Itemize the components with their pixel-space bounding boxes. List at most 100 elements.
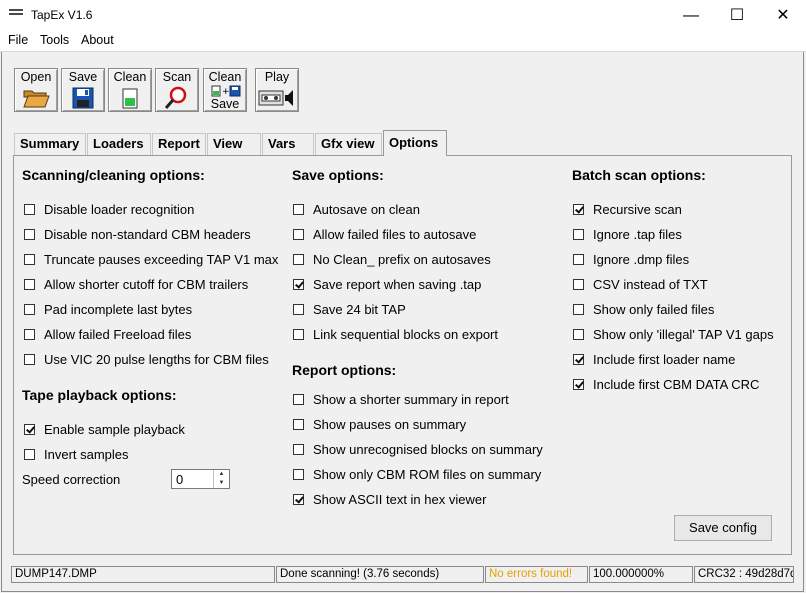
clean-save-button[interactable]: Clean + Save [203,68,247,112]
checkbox-checked-icon[interactable] [573,379,584,390]
tab-vars[interactable]: Vars [262,133,314,155]
checkbox-label[interactable]: Allow failed Freeload files [44,327,191,342]
minimize-button[interactable]: — [668,0,714,31]
checkbox-unchecked-icon[interactable] [293,394,304,405]
checkbox-label[interactable]: CSV instead of TXT [593,277,708,292]
status-message: Done scanning! (3.76 seconds) [276,566,484,583]
speed-correction-stepper[interactable]: 0 ▲ ▼ [171,469,230,489]
checkbox-unchecked-icon[interactable] [24,329,35,340]
checkbox-label[interactable]: Allow failed files to autosave [313,227,476,242]
clean-save-icon: + [211,85,241,97]
save-config-button[interactable]: Save config [674,515,772,541]
checkbox-unchecked-icon[interactable] [24,449,35,460]
checkbox-label[interactable]: Show a shorter summary in report [313,392,509,407]
report-section-title: Report options: [292,362,397,378]
checkbox-unchecked-icon[interactable] [293,229,304,240]
status-errors: No errors found! [485,566,588,583]
checkbox-unchecked-icon[interactable] [293,254,304,265]
window-title: TapEx V1.6 [31,8,93,22]
title-bar: TapEx V1.6 — ☐ ✕ [0,0,806,31]
tab-report[interactable]: Report [152,133,206,155]
tab-summary[interactable]: Summary [14,133,86,155]
checkbox-unchecked-icon[interactable] [573,304,584,315]
checkbox-label[interactable]: Pad incomplete last bytes [44,302,192,317]
open-label: Open [20,70,52,84]
checkbox-unchecked-icon[interactable] [24,304,35,315]
speed-correction-value[interactable]: 0 [176,472,183,487]
checkbox-label[interactable]: Show unrecognised blocks on summary [313,442,543,457]
checkbox-checked-icon[interactable] [24,424,35,435]
checkbox-unchecked-icon[interactable] [24,279,35,290]
stepper-up-icon[interactable]: ▲ [214,470,229,479]
status-percent: 100.000000% [589,566,693,583]
checkbox-label[interactable]: Include first loader name [593,352,735,367]
magnifier-icon [164,86,187,109]
checkbox-label[interactable]: Invert samples [44,447,129,462]
speed-correction-label: Speed correction [22,472,121,487]
close-button[interactable]: ✕ [760,0,806,31]
maximize-button[interactable]: ☐ [714,0,760,31]
clean-button[interactable]: Clean [108,68,152,112]
checkbox-unchecked-icon[interactable] [573,329,584,340]
scan-button[interactable]: Scan [155,68,199,112]
checkbox-label[interactable]: Allow shorter cutoff for CBM trailers [44,277,248,292]
checkbox-label[interactable]: Use VIC 20 pulse lengths for CBM files [44,352,269,367]
checkbox-unchecked-icon[interactable] [24,229,35,240]
checkbox-label[interactable]: Show only CBM ROM files on summary [313,467,541,482]
checkbox-checked-icon[interactable] [573,204,584,215]
checkbox-unchecked-icon[interactable] [24,204,35,215]
stepper-arrows[interactable]: ▲ ▼ [213,470,229,488]
menu-tools[interactable]: Tools [40,33,69,47]
save-section-title: Save options: [292,167,384,183]
open-button[interactable]: Open [14,68,58,112]
stepper-down-icon[interactable]: ▼ [214,479,229,488]
checkbox-label[interactable]: Save 24 bit TAP [313,302,406,317]
checkbox-label[interactable]: No Clean_ prefix on autosaves [313,252,491,267]
svg-text:+: + [222,87,230,97]
checkbox-label[interactable]: Show only 'illegal' TAP V1 gaps [593,327,774,342]
checkbox-label[interactable]: Show only failed files [593,302,714,317]
checkbox-label[interactable]: Save report when saving .tap [313,277,481,292]
checkbox-unchecked-icon[interactable] [293,329,304,340]
checkbox-unchecked-icon[interactable] [293,204,304,215]
checkbox-label[interactable]: Truncate pauses exceeding TAP V1 max [44,252,278,267]
tab-options[interactable]: Options [383,130,447,156]
status-file: DUMP147.DMP [11,566,275,583]
scanning-section-title: Scanning/cleaning options: [22,167,205,183]
status-crc: CRC32 : 49d28d7d [694,566,794,583]
checkbox-checked-icon[interactable] [293,494,304,505]
clean-bucket-icon [122,88,138,109]
menu-about[interactable]: About [81,33,114,47]
checkbox-unchecked-icon[interactable] [573,229,584,240]
tab-gfx-view[interactable]: Gfx view [315,133,382,155]
play-button[interactable]: Play [255,68,299,112]
checkbox-unchecked-icon[interactable] [293,419,304,430]
checkbox-label[interactable]: Include first CBM DATA CRC [593,377,759,392]
checkbox-checked-icon[interactable] [293,279,304,290]
tab-view[interactable]: View [207,133,261,155]
checkbox-label[interactable]: Show pauses on summary [313,417,466,432]
checkbox-label[interactable]: Autosave on clean [313,202,420,217]
checkbox-unchecked-icon[interactable] [293,469,304,480]
checkbox-label[interactable]: Recursive scan [593,202,682,217]
save-button[interactable]: Save [61,68,105,112]
checkbox-label[interactable]: Enable sample playback [44,422,185,437]
checkbox-unchecked-icon[interactable] [24,254,35,265]
checkbox-unchecked-icon[interactable] [573,279,584,290]
checkbox-unchecked-icon[interactable] [24,354,35,365]
checkbox-label[interactable]: Link sequential blocks on export [313,327,498,342]
tab-loaders[interactable]: Loaders [87,133,151,155]
checkbox-label[interactable]: Show ASCII text in hex viewer [313,492,486,507]
clean-label: Clean [113,70,147,84]
floppy-disk-icon [72,87,94,109]
menu-bar: File Tools About [0,31,806,52]
checkbox-checked-icon[interactable] [573,354,584,365]
checkbox-label[interactable]: Ignore .dmp files [593,252,689,267]
checkbox-label[interactable]: Ignore .tap files [593,227,682,242]
checkbox-unchecked-icon[interactable] [573,254,584,265]
menu-file[interactable]: File [8,33,28,47]
checkbox-label[interactable]: Disable non-standard CBM headers [44,227,251,242]
checkbox-unchecked-icon[interactable] [293,304,304,315]
checkbox-label[interactable]: Disable loader recognition [44,202,194,217]
checkbox-unchecked-icon[interactable] [293,444,304,455]
